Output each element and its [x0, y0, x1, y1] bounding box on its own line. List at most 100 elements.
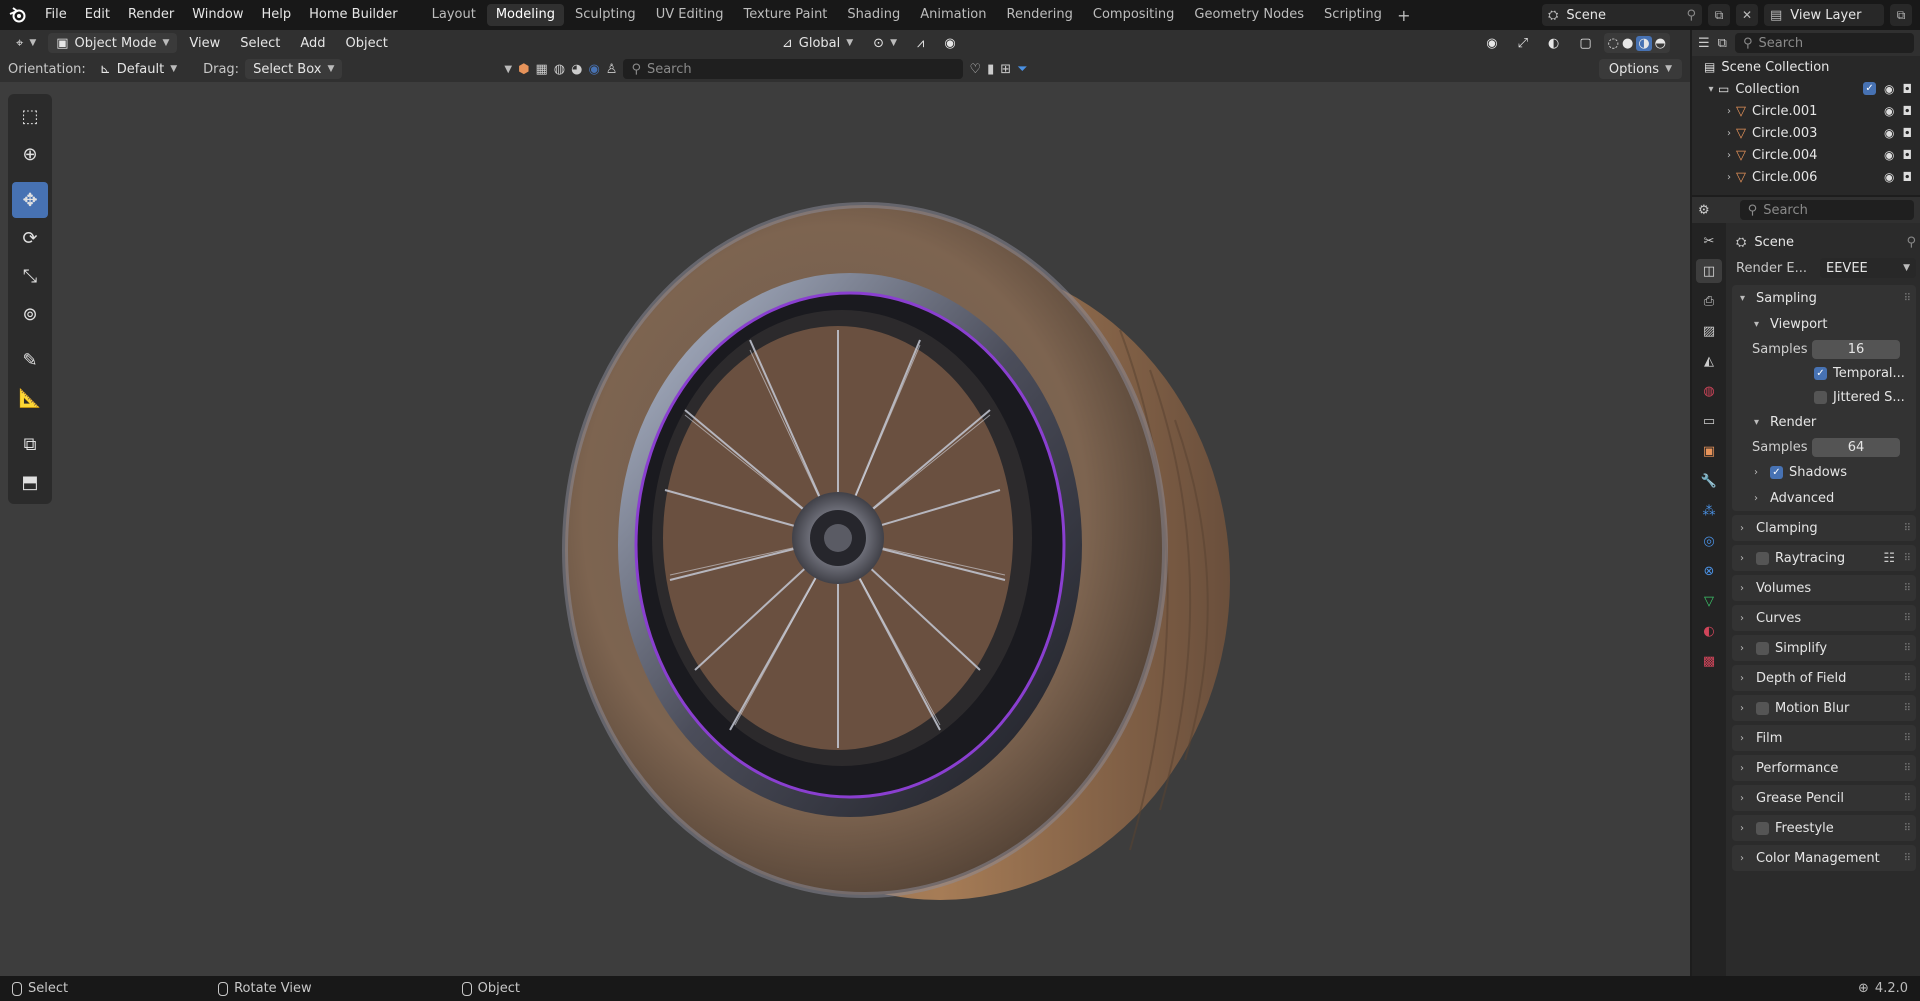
drag-grip-icon[interactable]: ⠿ [1904, 853, 1911, 864]
tab-geometry-nodes[interactable]: Geometry Nodes [1185, 4, 1313, 26]
menu-edit[interactable]: Edit [76, 0, 119, 30]
tab-rendering[interactable]: Rendering [998, 4, 1082, 26]
collection-tab-icon[interactable]: ▭ [1696, 409, 1722, 433]
visibility-dropdown[interactable]: ◉ [1478, 33, 1505, 53]
render-tab-icon[interactable]: ◫ [1696, 259, 1722, 283]
filter-mesh-icon[interactable]: ▦ [535, 62, 547, 77]
tab-compositing[interactable]: Compositing [1084, 4, 1184, 26]
shadows-checkbox[interactable]: ✓ [1770, 465, 1783, 479]
proportional-edit-toggle[interactable]: ◉ [936, 33, 963, 53]
particles-tab-icon[interactable]: ⁂ [1696, 499, 1722, 523]
outliner-item-circle-004[interactable]: › ▽ Circle.004 ◉ ◘ [1692, 144, 1920, 166]
display-mode-icon[interactable]: ⧉ [1718, 36, 1727, 51]
properties-editor-icon[interactable]: ⚙ [1698, 203, 1710, 218]
scene-tab-icon[interactable]: ◭ [1696, 349, 1722, 373]
options-dropdown[interactable]: Options ▼ [1598, 59, 1682, 79]
menu-render[interactable]: Render [119, 0, 183, 30]
panel-simplify[interactable]: › Simplify ⠿ [1732, 635, 1916, 661]
collection-row[interactable]: ▾ ▭ Collection ✓ ◉ ◘ [1692, 78, 1920, 100]
panel-volumes[interactable]: › Volumes ⠿ [1732, 575, 1916, 601]
drag-grip-icon[interactable]: ⠿ [1904, 613, 1911, 624]
menu-select[interactable]: Select [232, 33, 288, 53]
expand-arrow-icon[interactable]: › [1722, 150, 1736, 161]
cursor-tool[interactable]: ⊕ [12, 136, 48, 172]
transform-tool[interactable]: ⊚ [12, 296, 48, 332]
advanced-subpanel-header[interactable]: › Advanced [1732, 485, 1916, 511]
drag-grip-icon[interactable]: ⠿ [1904, 293, 1911, 304]
camera-icon[interactable]: ◘ [1903, 148, 1913, 162]
filter-node-icon[interactable]: ◉ [588, 62, 599, 77]
heart-icon[interactable]: ♡ [969, 62, 981, 77]
drag-grip-icon[interactable]: ⠿ [1904, 823, 1911, 834]
display-mode-icon[interactable]: ⊞ [1000, 62, 1011, 77]
3d-viewport[interactable]: ⌖ ▼ ▣ Object Mode ▼ View Select Add Objec… [0, 30, 1690, 976]
expand-arrow-icon[interactable]: › [1722, 128, 1736, 139]
rendered-shading-icon[interactable]: ◓ [1655, 36, 1666, 51]
wireframe-shading-icon[interactable]: ◌ [1608, 36, 1619, 51]
outliner-item-circle-006[interactable]: › ▽ Circle.006 ◉ ◘ [1692, 166, 1920, 188]
menu-view[interactable]: View [181, 33, 228, 53]
tab-shading[interactable]: Shading [838, 4, 909, 26]
view-layer-tab-icon[interactable]: ▨ [1696, 319, 1722, 343]
tab-modeling[interactable]: Modeling [486, 4, 564, 26]
drag-dropdown[interactable]: Select Box ▼ [245, 59, 343, 79]
drag-grip-icon[interactable]: ⠿ [1904, 763, 1911, 774]
menu-help[interactable]: Help [253, 0, 301, 30]
eye-icon[interactable]: ◉ [1884, 126, 1894, 140]
annotate-tool[interactable]: ✎ [12, 342, 48, 378]
panel-performance[interactable]: › Performance ⠿ [1732, 755, 1916, 781]
eye-icon[interactable]: ◉ [1884, 104, 1894, 118]
wheel-3d-model[interactable] [520, 150, 1260, 930]
collection-checkbox[interactable]: ✓ [1863, 82, 1877, 95]
render-samples-field[interactable]: 64 [1812, 437, 1900, 457]
render-subpanel-header[interactable]: ▾ Render [1732, 409, 1916, 435]
tab-animation[interactable]: Animation [911, 4, 995, 26]
panel-color-management[interactable]: › Color Management ⠿ [1732, 845, 1916, 871]
scene-selector[interactable]: ⛭ Scene ⚲ [1542, 4, 1702, 26]
panel-freestyle[interactable]: › Freestyle ⠿ [1732, 815, 1916, 841]
temporal-reprojection-row[interactable]: ✓ Temporal... [1732, 361, 1916, 385]
shading-modes[interactable]: ◌ ● ◑ ◓ [1603, 33, 1670, 53]
rotate-tool[interactable]: ⟳ [12, 220, 48, 256]
list-icon[interactable]: ☷ [1883, 551, 1895, 566]
menu-home-builder[interactable]: Home Builder [300, 0, 407, 30]
pivot-point-dropdown[interactable]: ⊙ ▼ [865, 33, 905, 53]
editor-type-button[interactable]: ⌖ ▼ [8, 33, 44, 53]
view-layer-selector[interactable]: ▤ View Layer [1764, 4, 1884, 26]
gizmo-toggle[interactable]: ⤢ [1510, 33, 1536, 53]
move-tool[interactable]: ✥ [12, 182, 48, 218]
drag-grip-icon[interactable]: ⠿ [1904, 583, 1911, 594]
new-view-layer-icon[interactable]: ⧉ [1890, 4, 1912, 26]
outliner-item-circle-003[interactable]: › ▽ Circle.003 ◉ ◘ [1692, 122, 1920, 144]
menu-file[interactable]: File [36, 0, 76, 30]
filter-world-icon[interactable]: ◕ [571, 62, 582, 77]
mode-dropdown[interactable]: ▣ Object Mode ▼ [48, 33, 178, 53]
tool-tab-icon[interactable]: ✂ [1696, 229, 1722, 253]
add-cube-tool[interactable]: ⧉ [12, 426, 48, 462]
snap-toggle[interactable]: ⩘ [909, 33, 932, 53]
modifier-tab-icon[interactable]: 🔧 [1696, 469, 1722, 493]
xray-toggle[interactable]: ▢ [1571, 33, 1599, 53]
object-tab-icon[interactable]: ▣ [1696, 439, 1722, 463]
render-engine-dropdown[interactable]: EEVEE ▼ [1820, 258, 1916, 278]
drag-grip-icon[interactable]: ⠿ [1904, 643, 1911, 654]
overlay-toggle[interactable]: ◐ [1540, 33, 1567, 53]
panel-depth-of-field[interactable]: › Depth of Field ⠿ [1732, 665, 1916, 691]
drag-grip-icon[interactable]: ⠿ [1904, 793, 1911, 804]
outliner-item-circle-001[interactable]: › ▽ Circle.001 ◉ ◘ [1692, 100, 1920, 122]
blender-logo-icon[interactable] [0, 0, 36, 30]
temporal-checkbox[interactable]: ✓ [1814, 366, 1827, 380]
drag-grip-icon[interactable]: ⠿ [1904, 733, 1911, 744]
texture-tab-icon[interactable]: ▩ [1696, 649, 1722, 673]
solid-shading-icon[interactable]: ● [1622, 36, 1633, 51]
panel-film[interactable]: › Film ⠿ [1732, 725, 1916, 751]
viewport-samples-field[interactable]: 16 [1812, 339, 1900, 359]
panel-motion-blur[interactable]: › Motion Blur ⠿ [1732, 695, 1916, 721]
scale-tool[interactable]: ⤡ [12, 258, 48, 294]
outliner-editor-icon[interactable]: ☰ [1698, 36, 1710, 51]
menu-add[interactable]: Add [292, 33, 333, 53]
material-tab-icon[interactable]: ◐ [1696, 619, 1722, 643]
viewport-subpanel-header[interactable]: ▾ Viewport [1732, 311, 1916, 337]
camera-icon[interactable]: ◘ [1903, 170, 1913, 184]
drag-grip-icon[interactable]: ⠿ [1904, 703, 1911, 714]
